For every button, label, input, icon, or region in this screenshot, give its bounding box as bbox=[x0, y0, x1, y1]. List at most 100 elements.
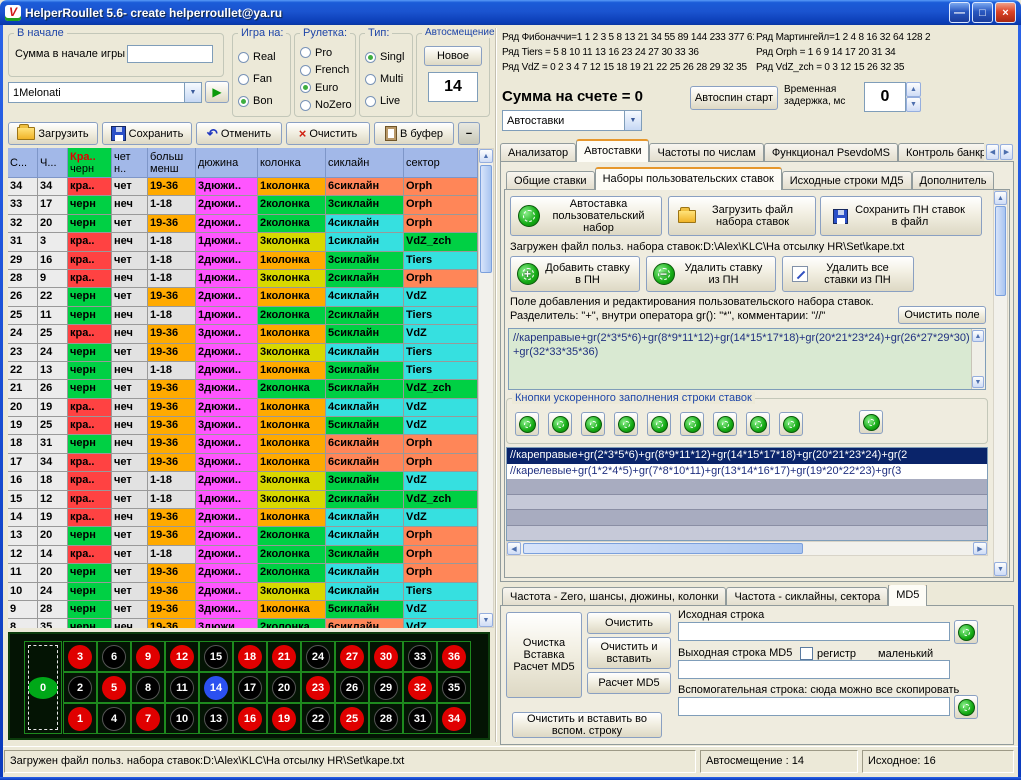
md5-aux-input[interactable] bbox=[678, 697, 950, 716]
table-row[interactable]: 2019кра..неч19-362дюжи..1колонка4сиклайн… bbox=[8, 399, 478, 417]
radio-live[interactable]: Live bbox=[365, 92, 411, 110]
tab-3[interactable]: Частоты по числам bbox=[649, 143, 763, 162]
md5-clear-button[interactable]: Очистить bbox=[587, 612, 671, 634]
board-cell-0[interactable]: 0 bbox=[24, 641, 62, 734]
maximize-button[interactable]: □ bbox=[972, 2, 993, 23]
start-spin-button[interactable]: ▶ bbox=[205, 81, 229, 103]
quick-chip-9[interactable] bbox=[779, 412, 803, 436]
list-item[interactable]: //карелевые+gr(1*2*4*5)+gr(7*8*10*11)+gr… bbox=[507, 464, 987, 480]
table-row[interactable]: 1618кра..чет1-182дюжи..3колонка3сиклайнV… bbox=[8, 472, 478, 490]
list-item[interactable]: //кареправые+gr(2*3*5*6)+gr(8*9*11*12)+g… bbox=[507, 448, 987, 464]
table-row[interactable]: 2324чернчет19-362дюжи..3колонка4сиклайнT… bbox=[8, 344, 478, 362]
board-cell-12[interactable]: 12 bbox=[165, 641, 199, 672]
board-cell-5[interactable]: 5 bbox=[97, 672, 131, 703]
scroll-thumb[interactable] bbox=[523, 543, 803, 554]
radio-real[interactable]: Real bbox=[238, 48, 289, 66]
tab-2[interactable]: Автоставки bbox=[576, 139, 649, 162]
radio-french[interactable]: French bbox=[300, 62, 354, 80]
table-row[interactable]: 2916кра..чет1-182дюжи..1колонка3сиклайнT… bbox=[8, 252, 478, 270]
scroll-up-button[interactable]: ▲ bbox=[994, 191, 1007, 205]
tab-2[interactable]: Наборы пользовательских ставок bbox=[595, 167, 782, 190]
board-cell-30[interactable]: 30 bbox=[369, 641, 403, 672]
board-cell-34[interactable]: 34 bbox=[437, 703, 471, 734]
board-cell-14[interactable]: 14 bbox=[199, 672, 233, 703]
board-cell-36[interactable]: 36 bbox=[437, 641, 471, 672]
radio-euro[interactable]: Euro bbox=[300, 79, 354, 97]
table-row[interactable]: 928чернчет19-363дюжи..1колонка5сиклайнVd… bbox=[8, 601, 478, 619]
spinner-down-button[interactable]: ▼ bbox=[906, 97, 921, 112]
tab-3[interactable]: MD5 bbox=[888, 585, 927, 606]
table-row[interactable]: 2511черннеч1-181дюжи..2колонка2сиклайнTi… bbox=[8, 307, 478, 325]
board-cell-20[interactable]: 20 bbox=[267, 672, 301, 703]
board-cell-26[interactable]: 26 bbox=[335, 672, 369, 703]
table-row[interactable]: 2425кра..неч19-363дюжи..1колонка5сиклайн… bbox=[8, 325, 478, 343]
radio-pro[interactable]: Pro bbox=[300, 44, 354, 62]
table-row[interactable]: 1419кра..неч19-362дюжи..1колонка4сиклайн… bbox=[8, 509, 478, 527]
delay-spinner-value[interactable]: 0 bbox=[864, 82, 906, 112]
board-cell-35[interactable]: 35 bbox=[437, 672, 471, 703]
table-row[interactable]: 1512кра..чет1-181дюжи..3колонка2сиклайнV… bbox=[8, 491, 478, 509]
titlebar[interactable]: V HelperRoullet 5.6- create helperroulle… bbox=[0, 0, 1021, 25]
board-cell-16[interactable]: 16 bbox=[233, 703, 267, 734]
quick-chip-8[interactable] bbox=[746, 412, 770, 436]
board-cell-33[interactable]: 33 bbox=[403, 641, 437, 672]
board-cell-21[interactable]: 21 bbox=[267, 641, 301, 672]
collapse-button[interactable]: − bbox=[458, 122, 480, 145]
add-bet-button[interactable]: + Добавить ставку в ПН bbox=[510, 256, 640, 292]
md5-big-button[interactable]: Очистка Вставка Расчет MD5 bbox=[506, 612, 582, 698]
save-button[interactable]: Сохранить bbox=[102, 122, 192, 145]
board-cell-7[interactable]: 7 bbox=[131, 703, 165, 734]
md5-clear-paste-aux-button[interactable]: Очистить и вставить во вспом. строку bbox=[512, 712, 662, 738]
table-row[interactable]: 289кра..неч1-181дюжи..3колонка2сиклайнOr… bbox=[8, 270, 478, 288]
table-row[interactable]: 3220чернчет19-362дюжи..2колонка4сиклайнO… bbox=[8, 215, 478, 233]
tabs-scroll-right-button[interactable]: ▶ bbox=[1000, 144, 1013, 160]
board-cell-31[interactable]: 31 bbox=[403, 703, 437, 734]
autobets-combo[interactable]: Автоставки ▼ bbox=[502, 110, 642, 131]
scroll-up-button[interactable]: ▲ bbox=[479, 149, 493, 163]
quick-chip-2[interactable] bbox=[548, 412, 572, 436]
panel-scrollbar[interactable]: ▲ ▼ bbox=[993, 190, 1008, 577]
board-cell-11[interactable]: 11 bbox=[165, 672, 199, 703]
tab-4[interactable]: Дополнитель bbox=[912, 171, 995, 190]
board-cell-28[interactable]: 28 bbox=[369, 703, 403, 734]
board-cell-18[interactable]: 18 bbox=[233, 641, 267, 672]
auto-user-set-button[interactable]: Автоставка пользовательский набор bbox=[510, 196, 662, 236]
tab-1[interactable]: Общие ставки bbox=[506, 171, 595, 190]
table-row[interactable]: 313кра..неч1-181дюжи..3колонка1сиклайнVd… bbox=[8, 233, 478, 251]
md5-clear-paste-button[interactable]: Очистить и вставить bbox=[587, 637, 671, 669]
radio-multi[interactable]: Multi bbox=[365, 70, 411, 88]
delete-bet-button[interactable]: − Удалить ставку из ПН bbox=[646, 256, 776, 292]
board-cell-29[interactable]: 29 bbox=[369, 672, 403, 703]
board-cell-2[interactable]: 2 bbox=[63, 672, 97, 703]
quick-chip-7[interactable] bbox=[713, 412, 737, 436]
clear-field-button[interactable]: Очистить поле bbox=[898, 306, 986, 324]
tab-5[interactable]: Контроль банкро bbox=[898, 143, 984, 162]
load-bet-set-button[interactable]: Загрузить файл набора ставок bbox=[668, 196, 816, 236]
chevron-down-icon[interactable]: ▼ bbox=[624, 111, 641, 130]
board-cell-3[interactable]: 3 bbox=[63, 641, 97, 672]
md5-aux-chip-button[interactable] bbox=[954, 695, 978, 719]
autospin-start-button[interactable]: Автоспин старт bbox=[690, 86, 778, 110]
preset-combo[interactable]: 1Melonati ▼ bbox=[8, 82, 202, 103]
quick-chip-5[interactable] bbox=[647, 412, 671, 436]
scroll-down-button[interactable]: ▼ bbox=[994, 562, 1007, 576]
scroll-down-button[interactable]: ▼ bbox=[972, 376, 984, 388]
delete-all-bets-button[interactable]: Удалить все ставки из ПН bbox=[782, 256, 914, 292]
quick-chip-6[interactable] bbox=[680, 412, 704, 436]
radio-singl[interactable]: Singl bbox=[365, 48, 411, 66]
board-cell-9[interactable]: 9 bbox=[131, 641, 165, 672]
board-cell-17[interactable]: 17 bbox=[233, 672, 267, 703]
table-row[interactable]: 1120чернчет19-362дюжи..2колонка4сиклайнO… bbox=[8, 564, 478, 582]
copy-to-buffer-button[interactable]: В буфер bbox=[374, 122, 454, 145]
radio-bon[interactable]: Bon bbox=[238, 92, 289, 110]
table-scrollbar[interactable]: ▲ ▼ bbox=[478, 148, 494, 628]
table-row[interactable]: 2622чернчет19-362дюжи..1колонка4сиклайнV… bbox=[8, 288, 478, 306]
table-row[interactable]: 1024чернчет19-362дюжи..3колонка4сиклайнT… bbox=[8, 583, 478, 601]
new-button[interactable]: Новое bbox=[424, 46, 482, 66]
spinner-up-button[interactable]: ▲ bbox=[906, 82, 921, 97]
chevron-down-icon[interactable]: ▼ bbox=[184, 83, 201, 102]
scroll-left-button[interactable]: ◀ bbox=[507, 542, 521, 555]
board-cell-22[interactable]: 22 bbox=[301, 703, 335, 734]
table-row[interactable]: 1831черннеч19-363дюжи..1колонка6сиклайнO… bbox=[8, 435, 478, 453]
listbox-h-scrollbar[interactable]: ◀ ▶ bbox=[506, 541, 988, 556]
